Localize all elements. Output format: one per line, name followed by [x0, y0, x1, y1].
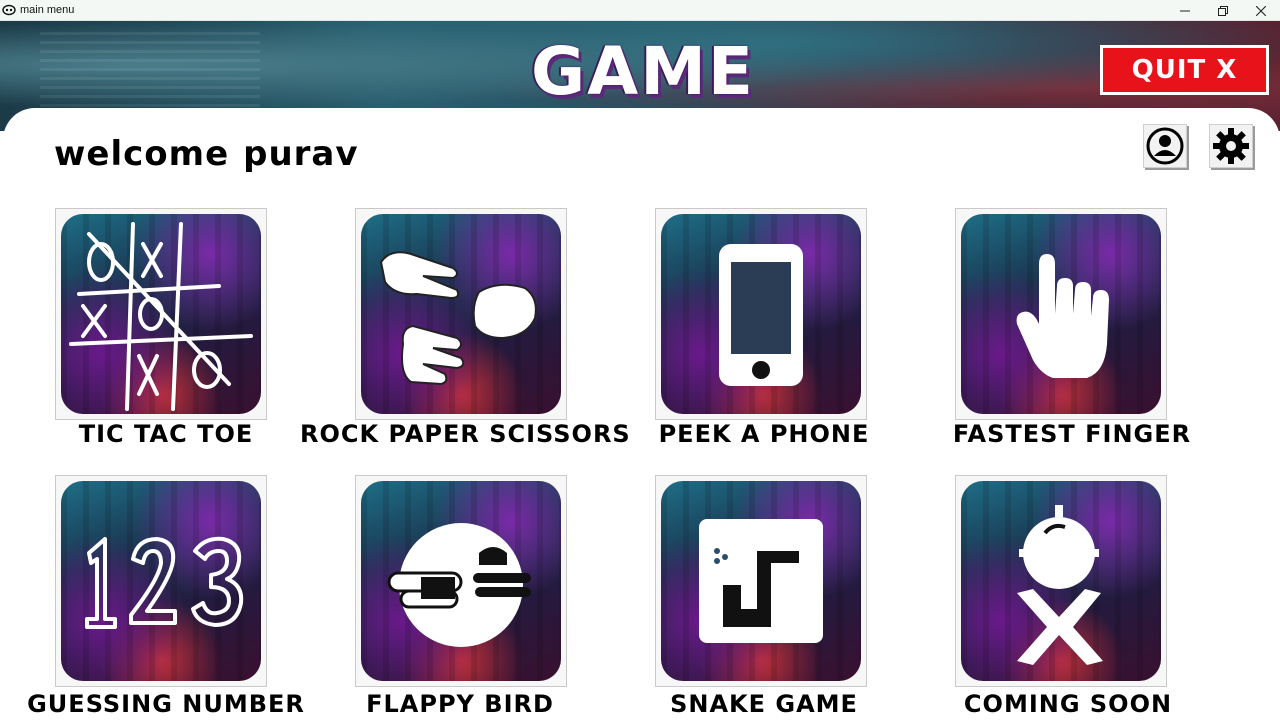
- user-icon: [1146, 127, 1184, 165]
- game-label[interactable]: SNAKE GAME: [604, 690, 924, 718]
- welcome-message: welcome purav: [54, 134, 373, 174]
- tile-image: [361, 214, 561, 414]
- app-icon: [2, 4, 16, 16]
- game-tile-tic-tac-toe[interactable]: [55, 208, 267, 420]
- tile-image: [961, 481, 1161, 681]
- game-tile-peek-a-phone[interactable]: [655, 208, 867, 420]
- app-title: GAME HUB: [530, 33, 755, 131]
- flappy-bird-icon: [387, 523, 531, 647]
- settings-button[interactable]: [1209, 124, 1253, 168]
- numbers-icon: [85, 536, 244, 629]
- gear-icon: [1213, 128, 1249, 164]
- game-label[interactable]: FASTEST FINGER: [912, 420, 1232, 448]
- restore-icon: [1218, 5, 1228, 16]
- restore-button[interactable]: [1204, 0, 1242, 21]
- coming-soon-icon: [1017, 505, 1103, 665]
- tile-image: [661, 214, 861, 414]
- rock-paper-scissors-icon: [379, 251, 537, 386]
- game-label[interactable]: GUESSING NUMBER: [6, 690, 326, 718]
- game-tile-rock-paper-scissors[interactable]: [355, 208, 567, 420]
- welcome-greeting: welcome: [54, 134, 230, 174]
- close-icon: [1256, 5, 1266, 16]
- tile-image: [61, 481, 261, 681]
- minimize-icon: [1180, 10, 1190, 11]
- game-tile-coming-soon[interactable]: [955, 475, 1167, 687]
- window-title: main menu: [20, 4, 75, 16]
- tile-image: [961, 214, 1161, 414]
- close-button[interactable]: [1242, 0, 1280, 21]
- tile-image: [61, 214, 261, 414]
- game-tile-flappy-bird[interactable]: [355, 475, 567, 687]
- pointing-hand-icon: [1016, 254, 1109, 378]
- tile-image: [361, 481, 561, 681]
- tic-tac-toe-icon: [69, 222, 253, 411]
- game-label[interactable]: COMING SOON: [908, 690, 1228, 718]
- game-tile-fastest-finger[interactable]: [955, 208, 1167, 420]
- game-label[interactable]: FLAPPY BIRD: [300, 690, 620, 718]
- quit-button[interactable]: QUIT X: [1100, 45, 1269, 95]
- game-label[interactable]: ROCK PAPER SCISSORS: [300, 420, 630, 448]
- username: purav: [243, 134, 359, 174]
- phone-icon: [719, 244, 803, 386]
- minimize-button[interactable]: [1166, 0, 1204, 21]
- window-titlebar: main menu: [0, 0, 1280, 21]
- tile-image: [661, 481, 861, 681]
- game-label[interactable]: TIC TAC TOE: [6, 420, 326, 448]
- snake-icon: [699, 519, 823, 643]
- game-label[interactable]: PEEK A PHONE: [604, 420, 924, 448]
- game-tile-snake-game[interactable]: [655, 475, 867, 687]
- game-tile-guessing-number[interactable]: [55, 475, 267, 687]
- profile-button[interactable]: [1143, 124, 1187, 168]
